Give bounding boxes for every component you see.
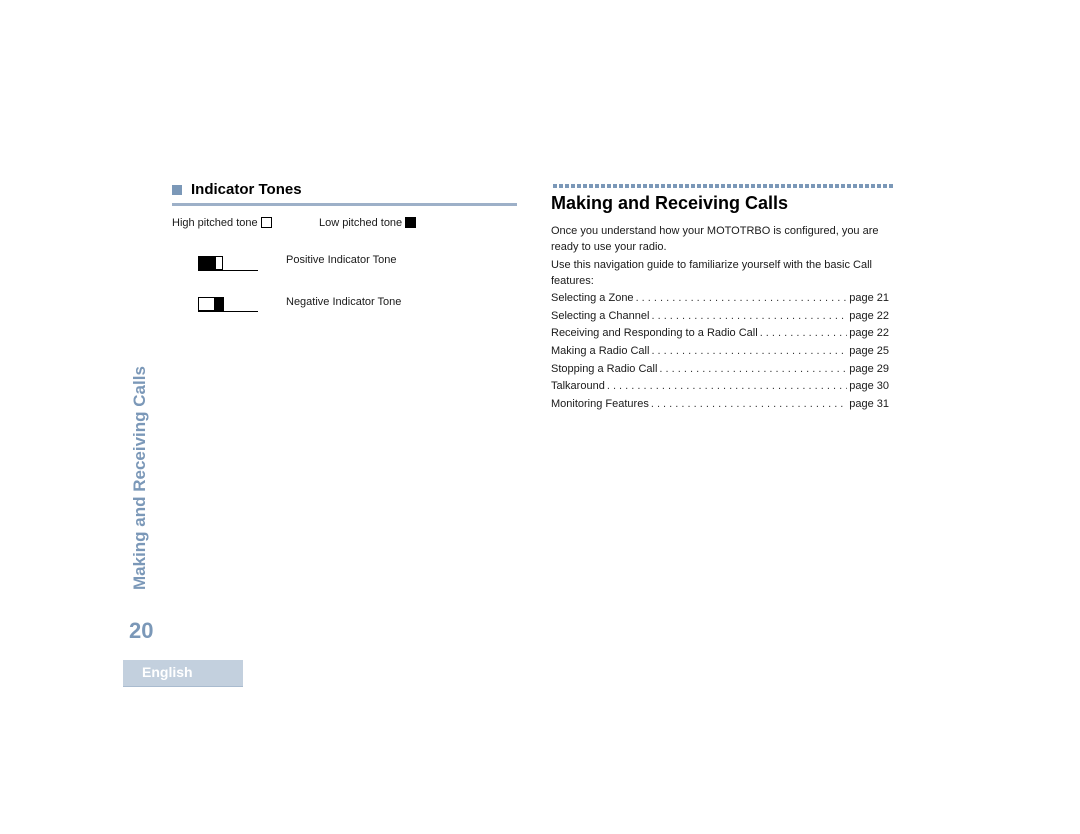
toc-leader (659, 363, 847, 375)
section-heading: Indicator Tones (191, 181, 302, 198)
toc-item[interactable]: Monitoring Features page 31 (551, 398, 889, 416)
language-tab: English (123, 660, 243, 687)
toc-label[interactable]: Selecting a Zone (551, 292, 634, 304)
side-chapter-title: Making and Receiving Calls (130, 366, 149, 590)
legend-low-label: Low pitched tone (319, 217, 403, 229)
low-tone-icon (405, 217, 417, 228)
toc-page[interactable]: page 30 (849, 380, 889, 392)
toc-page[interactable]: page 31 (849, 398, 889, 410)
toc-leader (760, 327, 848, 339)
toc-page[interactable]: page 22 (849, 327, 889, 339)
toc-label[interactable]: Making a Radio Call (551, 345, 649, 357)
toc-page[interactable]: page 21 (849, 292, 889, 304)
low-tone-block (198, 256, 216, 270)
toc-page[interactable]: page 22 (849, 310, 889, 322)
intro-paragraph: Once you understand how your MOTOTRBO is… (551, 225, 879, 253)
toc-item[interactable]: Talkaround page 30 (551, 380, 889, 398)
negative-tone-label: Negative Indicator Tone (286, 296, 402, 308)
language-label: English (142, 664, 193, 680)
guide-paragraph: Use this navigation guide to familiarize… (551, 259, 872, 287)
dashed-rule (553, 184, 895, 188)
low-tone-block (214, 297, 224, 311)
legend-high: High pitched tone (172, 217, 272, 229)
toc-leader (651, 345, 847, 357)
toc-leader (607, 380, 847, 392)
toc-leader (651, 310, 847, 322)
toc-leader (636, 292, 848, 304)
high-tone-icon (260, 217, 272, 228)
navigation-guide: Selecting a Zone page 21 Selecting a Chan… (551, 292, 889, 416)
toc-item[interactable]: Making a Radio Call page 25 (551, 345, 889, 363)
section-rule (172, 203, 517, 206)
positive-tone-diagram (198, 256, 258, 271)
toc-label[interactable]: Receiving and Responding to a Radio Call (551, 327, 758, 339)
page-number: 20 (129, 618, 154, 643)
high-tone-block (198, 297, 215, 311)
toc-label[interactable]: Stopping a Radio Call (551, 363, 657, 375)
toc-page[interactable]: page 25 (849, 345, 889, 357)
toc-item[interactable]: Selecting a Channel page 22 (551, 310, 889, 328)
section-bullet-icon (172, 185, 182, 195)
toc-label[interactable]: Monitoring Features (551, 398, 649, 410)
legend-low: Low pitched tone (319, 217, 417, 229)
toc-item[interactable]: Receiving and Responding to a Radio Call… (551, 327, 889, 345)
toc-page[interactable]: page 29 (849, 363, 889, 375)
high-tone-block (215, 256, 223, 270)
tone-baseline (198, 270, 258, 271)
page-title: Making and Receiving Calls (551, 193, 789, 213)
toc-leader (651, 398, 847, 410)
tone-baseline (198, 311, 258, 312)
toc-label[interactable]: Talkaround (551, 380, 605, 392)
positive-tone-label: Positive Indicator Tone (286, 254, 397, 266)
negative-tone-diagram (198, 297, 258, 312)
toc-item[interactable]: Stopping a Radio Call page 29 (551, 363, 889, 381)
legend-high-label: High pitched tone (172, 217, 258, 229)
toc-label[interactable]: Selecting a Channel (551, 310, 649, 322)
toc-item[interactable]: Selecting a Zone page 21 (551, 292, 889, 310)
